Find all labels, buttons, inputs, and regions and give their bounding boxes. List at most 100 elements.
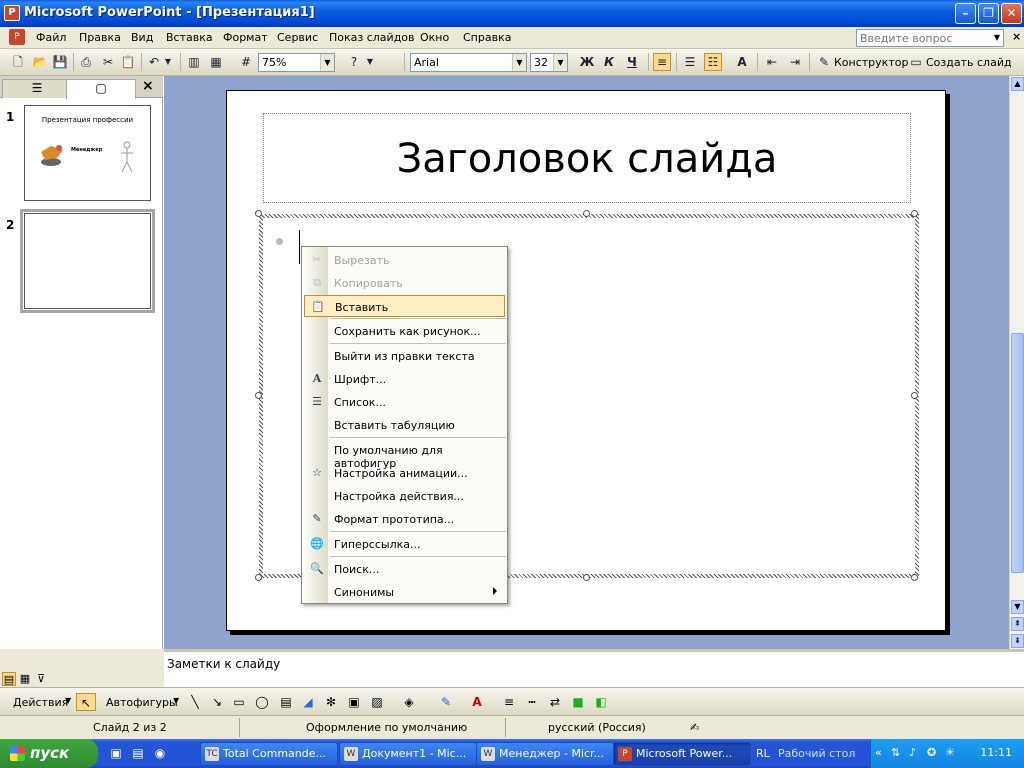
menu-item-action-settings[interactable]: Настройка действия...	[304, 485, 505, 507]
save-icon[interactable]: 💾	[51, 53, 69, 71]
menu-window[interactable]: Окно	[420, 31, 449, 44]
resize-handle[interactable]	[911, 392, 918, 399]
open-icon[interactable]: 📂	[31, 53, 49, 71]
numbered-list-icon[interactable]: ☰	[681, 53, 699, 71]
font-color-icon[interactable]: A	[468, 693, 486, 711]
menu-item-save-as-picture[interactable]: Сохранить как рисунок...	[304, 320, 505, 342]
resize-handle[interactable]	[583, 574, 590, 581]
cut-icon[interactable]: ✂	[99, 53, 117, 71]
3d-icon[interactable]: ◧	[592, 693, 610, 711]
line-icon[interactable]: ╲	[186, 693, 204, 711]
resize-handle[interactable]	[255, 574, 262, 581]
menu-item-insert-tab[interactable]: Вставить табуляцию	[304, 414, 505, 436]
new-slide-button[interactable]: Создать слайд	[926, 56, 1012, 69]
menu-item-cut[interactable]: ✂ Вырезать	[304, 249, 505, 271]
menu-tools[interactable]: Сервис	[277, 31, 318, 44]
clipart-icon[interactable]: ▣	[345, 693, 363, 711]
tray-volume-icon[interactable]: ♪	[909, 746, 916, 759]
scroll-up-icon[interactable]: ▲	[1011, 77, 1024, 91]
slide-title-placeholder[interactable]: Заголовок слайда	[263, 113, 911, 203]
size-select[interactable]: 32 ▼	[530, 53, 568, 72]
menu-slideshow[interactable]: Показ слайдов	[329, 31, 415, 44]
task-total-commander[interactable]: TC Total Commande...	[200, 742, 338, 766]
autoshapes-menu[interactable]: Автофигуры	[106, 696, 178, 709]
oval-icon[interactable]: ◯	[253, 693, 271, 711]
designer-icon[interactable]: ✎	[815, 53, 833, 71]
task-powerpoint[interactable]: P Microsoft Power...	[613, 742, 751, 766]
decrease-indent-icon[interactable]: ⇤	[763, 53, 781, 71]
menu-format[interactable]: Формат	[223, 31, 268, 44]
arrow-icon[interactable]: ↘	[208, 693, 226, 711]
chevron-down-icon[interactable]: ▼	[65, 696, 71, 705]
textbox-icon[interactable]: ▤	[277, 693, 295, 711]
increase-indent-icon[interactable]: ⇥	[786, 53, 804, 71]
slideshow-icon[interactable]: ⊽	[34, 672, 48, 686]
menu-edit[interactable]: Правка	[79, 31, 121, 44]
menu-insert[interactable]: Вставка	[166, 31, 213, 44]
scroll-down-icon[interactable]: ▼	[1011, 600, 1024, 614]
undo-icon[interactable]: ↶	[145, 53, 163, 71]
diagram-icon[interactable]: ✻	[322, 693, 340, 711]
desktop-toolbar[interactable]: Рабочий стол	[778, 747, 855, 760]
slide-thumbnail-1[interactable]: Презентация профессии Менеджер	[24, 105, 151, 201]
restore-button[interactable]: ❐	[978, 3, 999, 24]
powerpoint-icon[interactable]: P	[4, 5, 20, 21]
ask-question-input[interactable]: Введите вопрос	[856, 29, 1004, 47]
bullet-list-icon[interactable]: ☷	[704, 53, 722, 71]
new-slide-icon[interactable]: ▭	[907, 53, 925, 71]
fill-color-icon[interactable]: ◈	[400, 693, 418, 711]
close-button[interactable]: ✕	[1001, 3, 1022, 24]
browser-icon[interactable]: ◉	[152, 745, 168, 761]
menu-item-list[interactable]: ☰ Список...	[304, 391, 505, 413]
resize-handle[interactable]	[911, 210, 918, 217]
line-color-icon[interactable]: ✎	[437, 693, 455, 711]
menu-file[interactable]: Файл	[36, 31, 66, 44]
bold-button[interactable]: Ж	[578, 53, 596, 71]
menu-item-hyperlink[interactable]: 🌐 Гиперссылка...	[304, 533, 505, 555]
table-icon[interactable]: ▦	[207, 53, 225, 71]
menu-item-copy[interactable]: ⧉ Копировать	[304, 272, 505, 294]
menu-item-paste[interactable]: 📋 Вставить	[304, 295, 505, 317]
new-icon[interactable]: 🗋	[9, 53, 27, 71]
resize-handle[interactable]	[583, 210, 590, 217]
menu-item-autoshape-default[interactable]: По умолчанию для автофигур	[304, 439, 505, 470]
chevron-down-icon[interactable]: ▼	[173, 696, 179, 705]
close-icon[interactable]: ×	[142, 78, 154, 94]
chevron-down-icon[interactable]: ▼	[365, 53, 375, 71]
menu-item-synonyms[interactable]: Синонимы	[304, 581, 505, 603]
tab-outline[interactable]: ☰	[2, 79, 72, 98]
actions-menu[interactable]: Действия	[13, 696, 68, 709]
increase-font-icon[interactable]: A	[733, 53, 751, 71]
language-indicator[interactable]: RL	[756, 747, 770, 760]
print-icon[interactable]: ⎙	[77, 53, 95, 71]
italic-button[interactable]: К	[600, 53, 618, 71]
menu-view[interactable]: Вид	[131, 31, 153, 44]
scroll-thumb[interactable]	[1011, 333, 1024, 573]
task-manager-presentation[interactable]: W Менеджер - Micr...	[476, 742, 614, 766]
notes-pane[interactable]: Заметки к слайду	[164, 649, 1024, 687]
menu-item-search[interactable]: 🔍 Поиск...	[304, 558, 505, 580]
line-style-icon[interactable]: ≡	[500, 693, 518, 711]
resize-handle[interactable]	[255, 392, 262, 399]
normal-view-icon[interactable]: ▤	[2, 672, 16, 686]
grid-icon[interactable]: #	[237, 53, 255, 71]
vertical-scrollbar[interactable]: ▲ ▼ ⇞ ⇟	[1009, 76, 1024, 649]
designer-button[interactable]: Конструктор	[834, 56, 908, 69]
doc-close-icon[interactable]: ×	[1012, 30, 1021, 43]
prev-slide-icon[interactable]: ⇞	[1011, 617, 1024, 631]
menu-item-format-placeholder[interactable]: ✎ Формат прототипа...	[304, 508, 505, 530]
help-icon[interactable]: ?	[345, 53, 363, 71]
dash-style-icon[interactable]: ┅	[523, 693, 541, 711]
slide-sorter-icon[interactable]: ▦	[18, 672, 32, 686]
desktop-icon[interactable]: ▣	[108, 745, 124, 761]
chart-icon[interactable]: ▥	[185, 53, 203, 71]
tab-slides[interactable]: ▢	[66, 79, 136, 99]
menu-item-exit-edit[interactable]: Выйти из правки текста	[304, 345, 505, 367]
menu-item-custom-animation[interactable]: ☆ Настройка анимации...	[304, 462, 505, 484]
resize-handle[interactable]	[911, 574, 918, 581]
picture-icon[interactable]: ▨	[368, 693, 386, 711]
zoom-select[interactable]: 75% ▼	[258, 53, 335, 72]
tray-antivirus-icon[interactable]: ✪	[927, 746, 936, 759]
menu-help[interactable]: Справка	[463, 31, 511, 44]
tray-network-icon[interactable]: ⇅	[891, 746, 900, 759]
